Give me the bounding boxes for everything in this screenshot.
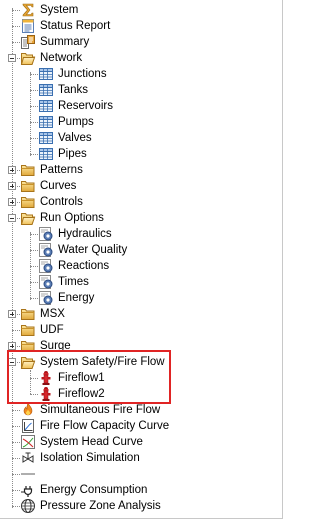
grid-icon xyxy=(38,146,54,162)
tree-line xyxy=(30,298,38,299)
folder-closed-icon xyxy=(20,194,36,210)
tree-item-label: Network xyxy=(40,52,83,64)
plug-icon xyxy=(20,482,36,498)
tree-line xyxy=(12,410,20,411)
folder-closed-icon xyxy=(20,178,36,194)
grid-icon xyxy=(38,66,54,82)
tree-line xyxy=(30,122,38,123)
tree-line xyxy=(12,426,20,427)
tree-line xyxy=(12,10,20,11)
tree-item-label: MSX xyxy=(40,308,65,320)
tree-item-label: Simultaneous Fire Flow xyxy=(40,404,161,416)
expand-toggle[interactable] xyxy=(8,182,16,190)
tree-item-label: Hydraulics xyxy=(58,228,112,240)
gear-doc-icon xyxy=(38,242,54,258)
tree-item-label: Pumps xyxy=(58,116,94,128)
tree-line xyxy=(12,506,20,507)
folder-closed-icon xyxy=(20,162,36,178)
tree-item-label: Tanks xyxy=(58,84,89,96)
tree-item-label: Status Report xyxy=(40,20,111,32)
collapse-toggle[interactable] xyxy=(8,214,16,222)
tree-item-label: Reservoirs xyxy=(58,100,113,112)
tree-line xyxy=(12,458,20,459)
tree-line xyxy=(30,282,38,283)
tree-line xyxy=(12,26,20,27)
expand-toggle[interactable] xyxy=(8,310,16,318)
summary-icon xyxy=(20,34,36,50)
tree-line xyxy=(30,74,38,75)
tree-item-label: UDF xyxy=(40,324,64,336)
tree-line xyxy=(30,72,31,156)
gear-doc-icon xyxy=(38,290,54,306)
tree-item-label: Summary xyxy=(40,36,90,48)
tree-item-label: Patterns xyxy=(40,164,83,176)
tree-line xyxy=(30,266,38,267)
tree-item-label: Curves xyxy=(40,180,77,192)
report-icon xyxy=(20,18,36,34)
grid-icon xyxy=(38,82,54,98)
grid-icon xyxy=(38,114,54,130)
tree-item-label: Water Quality xyxy=(58,244,128,256)
tree-line xyxy=(12,330,20,331)
tree-item-label: Energy xyxy=(58,292,95,304)
tree-line xyxy=(30,138,38,139)
expand-toggle[interactable] xyxy=(8,166,16,174)
head-curve-icon xyxy=(20,434,36,450)
tree-item-label: Controls xyxy=(40,196,83,208)
folder-closed-icon xyxy=(20,306,36,322)
tree-item-label: Pipes xyxy=(58,148,87,160)
tree-line xyxy=(12,442,20,443)
expand-toggle[interactable] xyxy=(8,198,16,206)
tree-line xyxy=(12,42,20,43)
gear-doc-icon xyxy=(38,274,54,290)
tree-item-label: Pressure Zone Analysis xyxy=(40,500,161,512)
gear-doc-icon xyxy=(38,226,54,242)
folder-open-icon xyxy=(20,50,36,66)
tree-item-label: Junctions xyxy=(58,68,107,80)
tree-item-label: Run Options xyxy=(40,212,104,224)
expand-toggle[interactable] xyxy=(8,342,16,350)
tree-item-label: System xyxy=(40,4,79,16)
separator-icon xyxy=(20,466,36,482)
highlight-annotation-box xyxy=(7,350,171,404)
fire-icon xyxy=(20,402,36,418)
tree-item-label: Energy Consumption xyxy=(40,484,148,496)
tree-item-label: Times xyxy=(58,276,89,288)
tree-item-label: Fire Flow Capacity Curve xyxy=(40,420,170,432)
tree-item-label: Valves xyxy=(58,132,92,144)
tree-line xyxy=(30,154,38,155)
tree-line xyxy=(12,8,13,508)
folder-closed-icon xyxy=(20,322,36,338)
tree-line xyxy=(12,490,20,491)
collapse-toggle[interactable] xyxy=(8,54,16,62)
capacity-doc-icon xyxy=(20,418,36,434)
tree-item-label: Reactions xyxy=(58,260,110,272)
tree-line xyxy=(30,250,38,251)
tree-line xyxy=(12,474,20,475)
sigma-icon xyxy=(20,2,36,18)
globe-icon xyxy=(20,498,36,514)
grid-icon xyxy=(38,130,54,146)
tree-item-label: Isolation Simulation xyxy=(40,452,140,464)
gear-doc-icon xyxy=(38,258,54,274)
tree-line xyxy=(30,234,38,235)
tree-item-label: System Head Curve xyxy=(40,436,143,448)
valve-icon xyxy=(20,450,36,466)
tree-line xyxy=(30,106,38,107)
tree-line xyxy=(30,90,38,91)
grid-icon xyxy=(38,98,54,114)
folder-open-icon xyxy=(20,210,36,226)
